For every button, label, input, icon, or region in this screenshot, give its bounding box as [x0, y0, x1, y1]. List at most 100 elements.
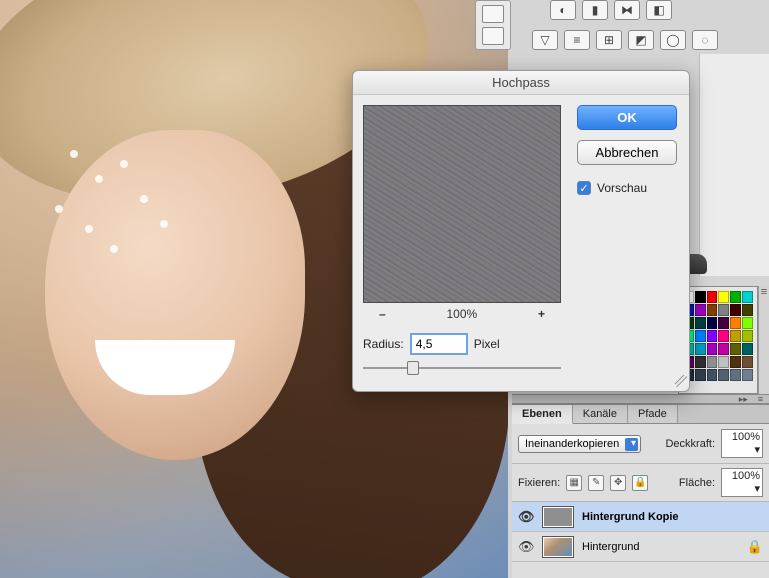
zoom-out-button[interactable]: –	[373, 307, 392, 321]
radius-label: Radius:	[363, 337, 404, 351]
black-white-icon[interactable]: ▽	[532, 30, 558, 50]
color-swatch[interactable]	[707, 317, 718, 329]
color-swatch[interactable]	[742, 343, 753, 355]
highpass-dialog: Hochpass – 100% + Radius: Pixel OK Abbre…	[352, 70, 690, 392]
exposure-icon[interactable]: ◧	[646, 0, 672, 20]
light-spot	[160, 220, 168, 228]
color-swatch[interactable]	[742, 317, 753, 329]
color-swatch[interactable]	[730, 330, 741, 342]
color-swatch[interactable]	[707, 369, 718, 381]
panel-collapse-icon[interactable]: ▸▸	[739, 394, 748, 405]
color-swatch[interactable]	[742, 291, 753, 303]
opacity-input[interactable]: 100% ▾	[721, 429, 763, 458]
blend-mode-select[interactable]: Ineinanderkopieren	[518, 435, 641, 453]
layer-thumbnail[interactable]	[542, 506, 574, 528]
preview-checkbox[interactable]: ✓	[577, 181, 591, 195]
levels-icon[interactable]: ▮	[582, 0, 608, 20]
layer-visibility-toggle[interactable]: 👁	[518, 539, 534, 555]
fill-input[interactable]: 100% ▾	[721, 468, 763, 497]
light-spot	[95, 175, 103, 183]
lock-row: Fixieren: ▦ ✎ ✥ 🔒 Fläche: 100% ▾	[512, 464, 769, 502]
panel-icon[interactable]	[482, 27, 504, 45]
blend-mode-select-wrap[interactable]: Ineinanderkopieren	[518, 435, 641, 453]
photo-face	[45, 130, 305, 460]
ok-button[interactable]: OK	[577, 105, 677, 130]
color-swatch[interactable]	[695, 317, 706, 329]
channel-mixer-icon[interactable]: ⊞	[596, 30, 622, 50]
tab-channels[interactable]: Kanäle	[573, 405, 628, 423]
color-swatch[interactable]	[730, 291, 741, 303]
threshold-icon[interactable]: ◩	[628, 30, 654, 50]
lock-position-button[interactable]: ✥	[610, 475, 626, 491]
color-swatch[interactable]	[742, 356, 753, 368]
color-swatch[interactable]	[695, 369, 706, 381]
tab-layers[interactable]: Ebenen	[512, 405, 573, 424]
panel-options-strip: ▸▸ ≡	[512, 394, 769, 404]
color-swatch[interactable]	[695, 330, 706, 342]
color-swatch[interactable]	[718, 330, 729, 342]
color-swatch[interactable]	[695, 304, 706, 316]
lock-transparency-button[interactable]: ▦	[566, 475, 582, 491]
color-swatch[interactable]	[730, 317, 741, 329]
color-swatch[interactable]	[695, 356, 706, 368]
color-swatch[interactable]	[718, 343, 729, 355]
radius-slider[interactable]	[363, 361, 561, 375]
color-swatch[interactable]	[730, 369, 741, 381]
light-spot	[140, 195, 148, 203]
tab-paths[interactable]: Pfade	[628, 405, 678, 423]
preview-checkbox-row[interactable]: ✓ Vorschau	[577, 181, 677, 195]
zoom-controls: – 100% +	[363, 303, 561, 321]
radius-input[interactable]	[410, 333, 468, 355]
panel-icon[interactable]	[482, 5, 504, 23]
color-swatch[interactable]	[707, 330, 718, 342]
color-swatch[interactable]	[742, 369, 753, 381]
color-swatch[interactable]	[730, 343, 741, 355]
layer-row-layer-copy[interactable]: 👁 Hintergrund Kopie	[512, 502, 769, 532]
layer-row-layer-bg[interactable]: 👁Hintergrund🔒	[512, 532, 769, 562]
color-swatch[interactable]	[742, 330, 753, 342]
color-lookup-icon[interactable]: ◌	[692, 30, 718, 50]
color-swatch[interactable]	[742, 304, 753, 316]
resize-grip-icon[interactable]	[675, 375, 687, 387]
color-swatch[interactable]	[718, 291, 729, 303]
color-swatch[interactable]	[718, 356, 729, 368]
color-swatch[interactable]	[695, 291, 706, 303]
color-swatch[interactable]	[730, 304, 741, 316]
slider-thumb[interactable]	[407, 361, 419, 375]
lock-pixels-button[interactable]: ✎	[588, 475, 604, 491]
color-swatch[interactable]	[707, 304, 718, 316]
color-swatches-panel[interactable]	[678, 286, 758, 394]
photo-filter-icon[interactable]: ≡	[564, 30, 590, 50]
color-swatch[interactable]	[707, 343, 718, 355]
color-swatch[interactable]	[718, 369, 729, 381]
color-swatch[interactable]	[730, 356, 741, 368]
zoom-in-button[interactable]: +	[532, 307, 551, 321]
color-swatch[interactable]	[707, 291, 718, 303]
layer-list: 👁Hintergrund Kopie👁Hintergrund🔒	[512, 502, 769, 562]
radius-unit: Pixel	[474, 337, 500, 351]
lock-label: Fixieren:	[518, 477, 560, 489]
color-swatch[interactable]	[707, 356, 718, 368]
fill-label: Fläche:	[679, 477, 715, 489]
layer-name-label[interactable]: Hintergrund	[582, 541, 639, 553]
slider-track-line	[363, 367, 561, 369]
panel-menu-icon[interactable]: ≡	[758, 394, 763, 404]
layer-thumbnail[interactable]	[542, 536, 574, 558]
color-swatch[interactable]	[718, 317, 729, 329]
curves-icon[interactable]: ⧓	[614, 0, 640, 20]
adjustment-row-1: ◐ ▮ ⧓ ◧	[550, 0, 672, 20]
color-swatch[interactable]	[695, 343, 706, 355]
layer-name-label[interactable]: Hintergrund Kopie	[582, 511, 679, 523]
cancel-button[interactable]: Abbrechen	[577, 140, 677, 165]
brightness-contrast-icon[interactable]: ◐	[550, 0, 576, 20]
filter-preview[interactable]	[363, 105, 561, 303]
color-swatch[interactable]	[718, 304, 729, 316]
layers-panel: Ebenen Kanäle Pfade Ineinanderkopieren D…	[512, 404, 769, 578]
collapsed-panel[interactable]	[475, 0, 511, 50]
preview-checkbox-label: Vorschau	[597, 181, 647, 195]
selective-color-icon[interactable]: ◯	[660, 30, 686, 50]
zoom-percent: 100%	[446, 307, 477, 321]
lock-all-button[interactable]: 🔒	[632, 475, 648, 491]
swatches-panel-flyout-icon[interactable]: ≡	[758, 286, 769, 394]
layer-visibility-toggle[interactable]: 👁	[518, 509, 534, 525]
